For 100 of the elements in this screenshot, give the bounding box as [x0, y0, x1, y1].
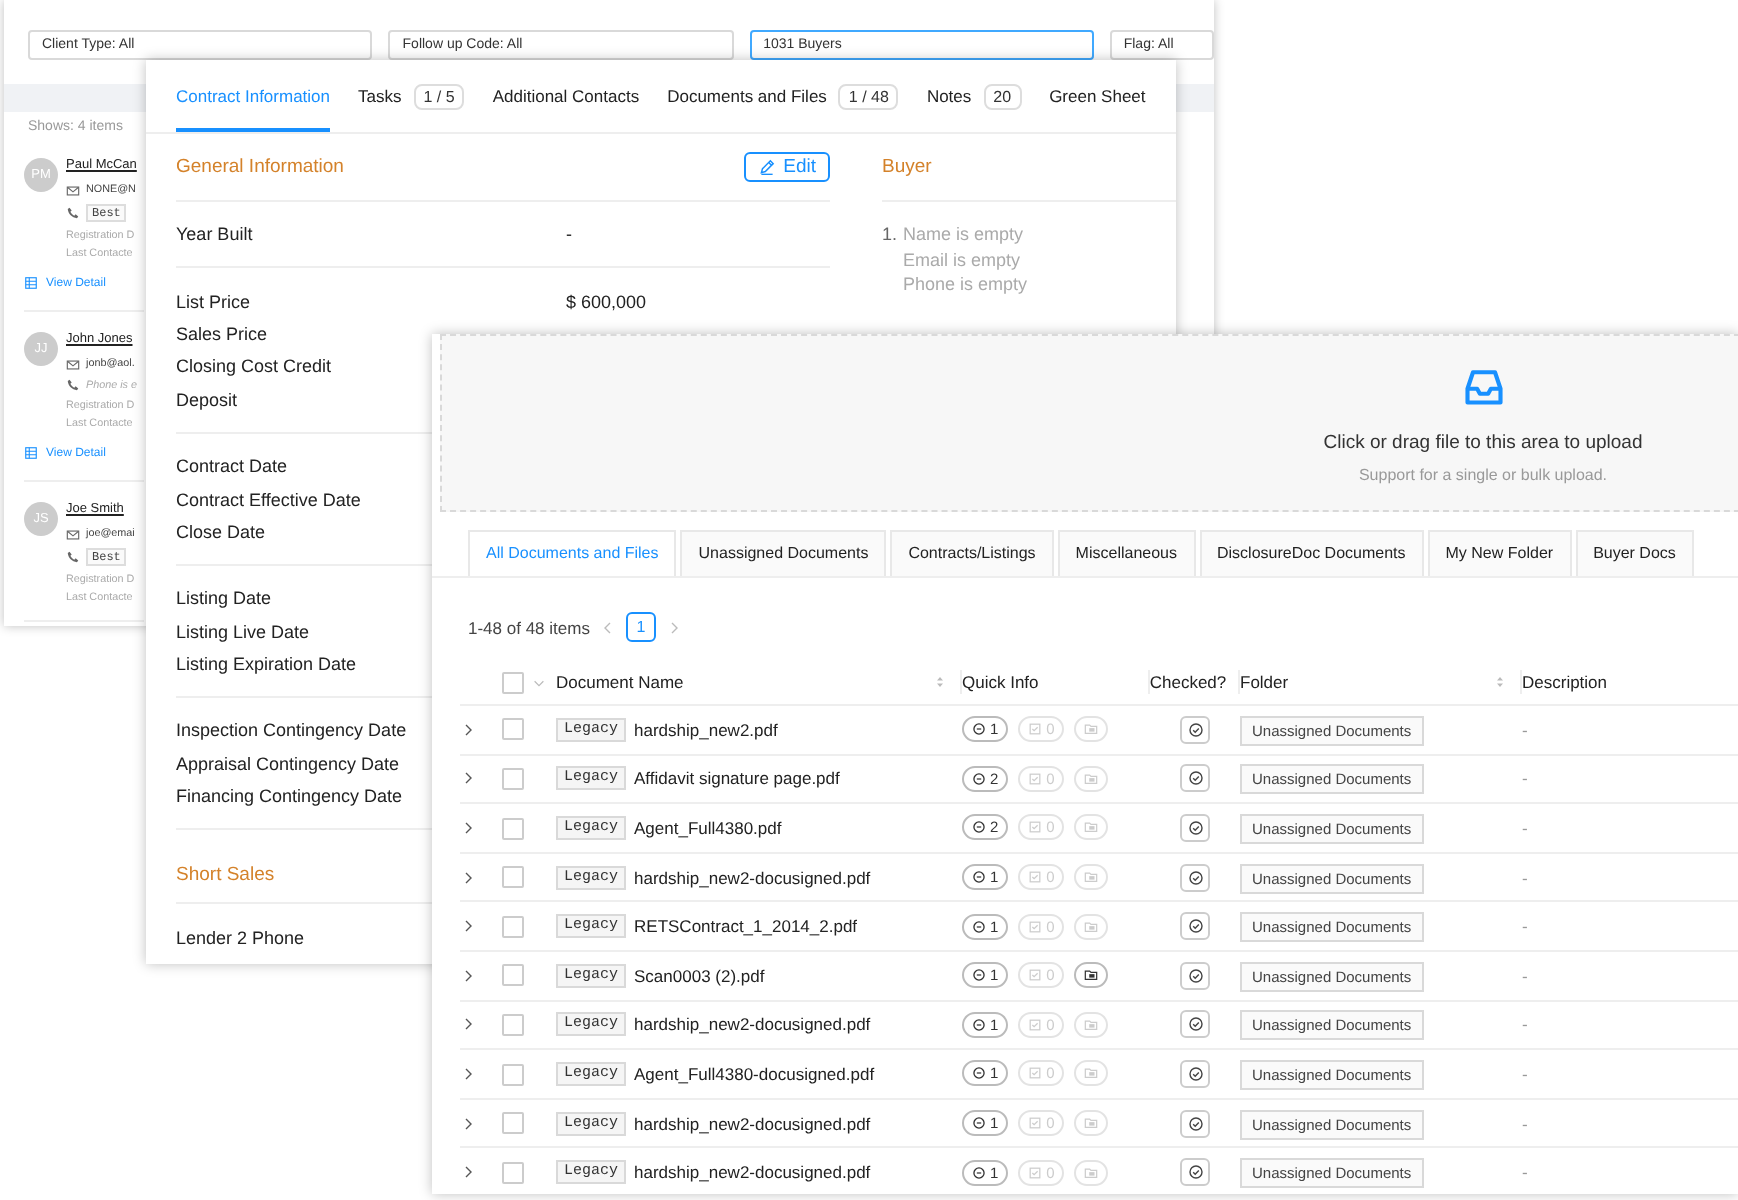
mail-icon [66, 357, 80, 371]
document-name[interactable]: RETSContract_1_2014_2.pdf [634, 916, 858, 937]
comment-icon [972, 919, 986, 934]
field-label: Financing Contingency Date [176, 786, 403, 807]
row-checkbox[interactable] [502, 1161, 524, 1184]
checkbox-icon [1028, 968, 1043, 983]
tab[interactable]: Notes 20 [926, 60, 1022, 132]
column-header: Quick Info [962, 672, 1039, 692]
check-icon [1187, 869, 1203, 886]
description-cell: - [1522, 1113, 1528, 1134]
comment-icon [972, 1017, 986, 1032]
expand-chevron-icon[interactable] [460, 770, 476, 787]
field-label: Close Date [176, 521, 266, 542]
check-button[interactable] [1180, 1158, 1210, 1187]
upload-area[interactable]: Click or drag file to this area to upload Support for a single or bulk upload. [440, 334, 1738, 512]
field-label: List Price [176, 291, 251, 312]
tab[interactable]: Documents and Files 1 / 48 [667, 60, 899, 132]
document-name[interactable]: hardship_new2-docusigned.pdf [634, 1162, 871, 1183]
document-name[interactable]: hardship_new2-docusigned.pdf [634, 1113, 871, 1134]
field-label: Sales Price [176, 323, 268, 344]
select-all-checkbox[interactable] [502, 671, 524, 693]
checkbox-icon [1028, 1017, 1043, 1032]
checkbox-icon [1028, 820, 1043, 835]
folder-icon [1084, 1116, 1099, 1131]
field-label: Listing Date [176, 588, 272, 609]
document-name[interactable]: Affidavit signature page.pdf [634, 768, 840, 789]
field-label: Deposit [176, 389, 238, 410]
check-button[interactable] [1180, 813, 1210, 842]
expand-chevron-icon[interactable] [460, 1164, 476, 1181]
folder-icon [1084, 870, 1099, 885]
expand-chevron-icon[interactable] [460, 819, 476, 836]
field-label: Closing Cost Credit [176, 356, 332, 377]
expand-chevron-icon[interactable] [460, 1115, 476, 1132]
description-cell: - [1522, 916, 1528, 937]
check-icon [1187, 1016, 1203, 1033]
check-button[interactable] [1180, 863, 1210, 892]
folder-pill[interactable] [1074, 962, 1109, 989]
checkbox-icon [1028, 1165, 1043, 1180]
comment-icon [972, 870, 986, 885]
expand-chevron-icon[interactable] [460, 918, 476, 935]
row-checkbox[interactable] [502, 1112, 524, 1135]
previous-page-icon[interactable] [599, 619, 616, 635]
row-checkbox[interactable] [502, 1063, 524, 1086]
row-checkbox[interactable] [502, 915, 524, 938]
field-value: - [566, 224, 572, 245]
tab[interactable]: Unassigned Documents [680, 530, 887, 576]
row-checkbox[interactable] [502, 866, 524, 889]
comment-icon [972, 1116, 986, 1131]
check-button[interactable] [1180, 1010, 1210, 1039]
check-icon [1187, 1065, 1203, 1082]
expand-chevron-icon[interactable] [460, 967, 476, 984]
check-button[interactable] [1180, 961, 1210, 990]
check-button[interactable] [1180, 1059, 1210, 1088]
tab[interactable]: Buyer Docs [1575, 530, 1694, 576]
check-button[interactable] [1180, 715, 1210, 744]
document-name[interactable]: hardship_new2-docusigned.pdf [634, 867, 871, 888]
row-checkbox[interactable] [502, 1013, 524, 1036]
tab[interactable]: Contracts/Listings [890, 530, 1054, 576]
folder-icon [1084, 919, 1099, 934]
document-name[interactable]: Scan0003 (2).pdf [634, 965, 765, 986]
caret-icon[interactable] [532, 675, 546, 689]
tab[interactable]: Additional Contacts [492, 60, 640, 132]
field-label: Listing Live Date [176, 621, 310, 642]
document-name[interactable]: hardship_new2-docusigned.pdf [634, 1014, 871, 1035]
expand-chevron-icon[interactable] [460, 1065, 476, 1082]
tab[interactable]: DisclosureDoc Documents [1199, 530, 1424, 576]
tab[interactable]: My New Folder [1427, 530, 1572, 576]
expand-chevron-icon[interactable] [460, 1016, 476, 1033]
folder-icon [1084, 820, 1099, 835]
folder-icon [1084, 771, 1099, 786]
check-icon [1187, 1115, 1203, 1132]
field-label: Lender 2 Phone [176, 927, 305, 948]
field-label: Appraisal Contingency Date [176, 753, 400, 774]
expand-chevron-icon[interactable] [460, 721, 476, 738]
description-cell: - [1522, 817, 1528, 838]
checkbox-icon [1028, 870, 1043, 885]
document-name[interactable]: hardship_new2.pdf [634, 719, 778, 740]
document-name[interactable]: Agent_Full4380-docusigned.pdf [634, 1063, 875, 1084]
row-checkbox[interactable] [502, 817, 524, 840]
description-cell: - [1522, 719, 1528, 740]
phone-icon [66, 378, 80, 392]
tab[interactable]: Tasks 1 / 5 [358, 60, 465, 132]
tab[interactable]: Miscellaneous [1057, 530, 1195, 576]
expand-chevron-icon[interactable] [460, 869, 476, 886]
folder-icon [1084, 1017, 1099, 1032]
check-button[interactable] [1180, 1109, 1210, 1138]
check-icon [1187, 918, 1203, 935]
sort-icon[interactable] [1492, 674, 1508, 690]
check-button[interactable] [1180, 912, 1210, 941]
tab[interactable]: Green Sheet [1049, 60, 1146, 132]
grid-icon [24, 276, 38, 290]
row-checkbox[interactable] [502, 964, 524, 987]
document-name[interactable]: Agent_Full4380.pdf [634, 817, 782, 838]
row-checkbox[interactable] [502, 718, 524, 741]
checkbox-icon [1028, 919, 1043, 934]
sort-icon[interactable] [932, 674, 948, 690]
check-icon [1187, 967, 1203, 984]
folder-icon [1084, 968, 1099, 983]
row-checkbox[interactable] [502, 768, 524, 791]
check-button[interactable] [1180, 764, 1210, 793]
